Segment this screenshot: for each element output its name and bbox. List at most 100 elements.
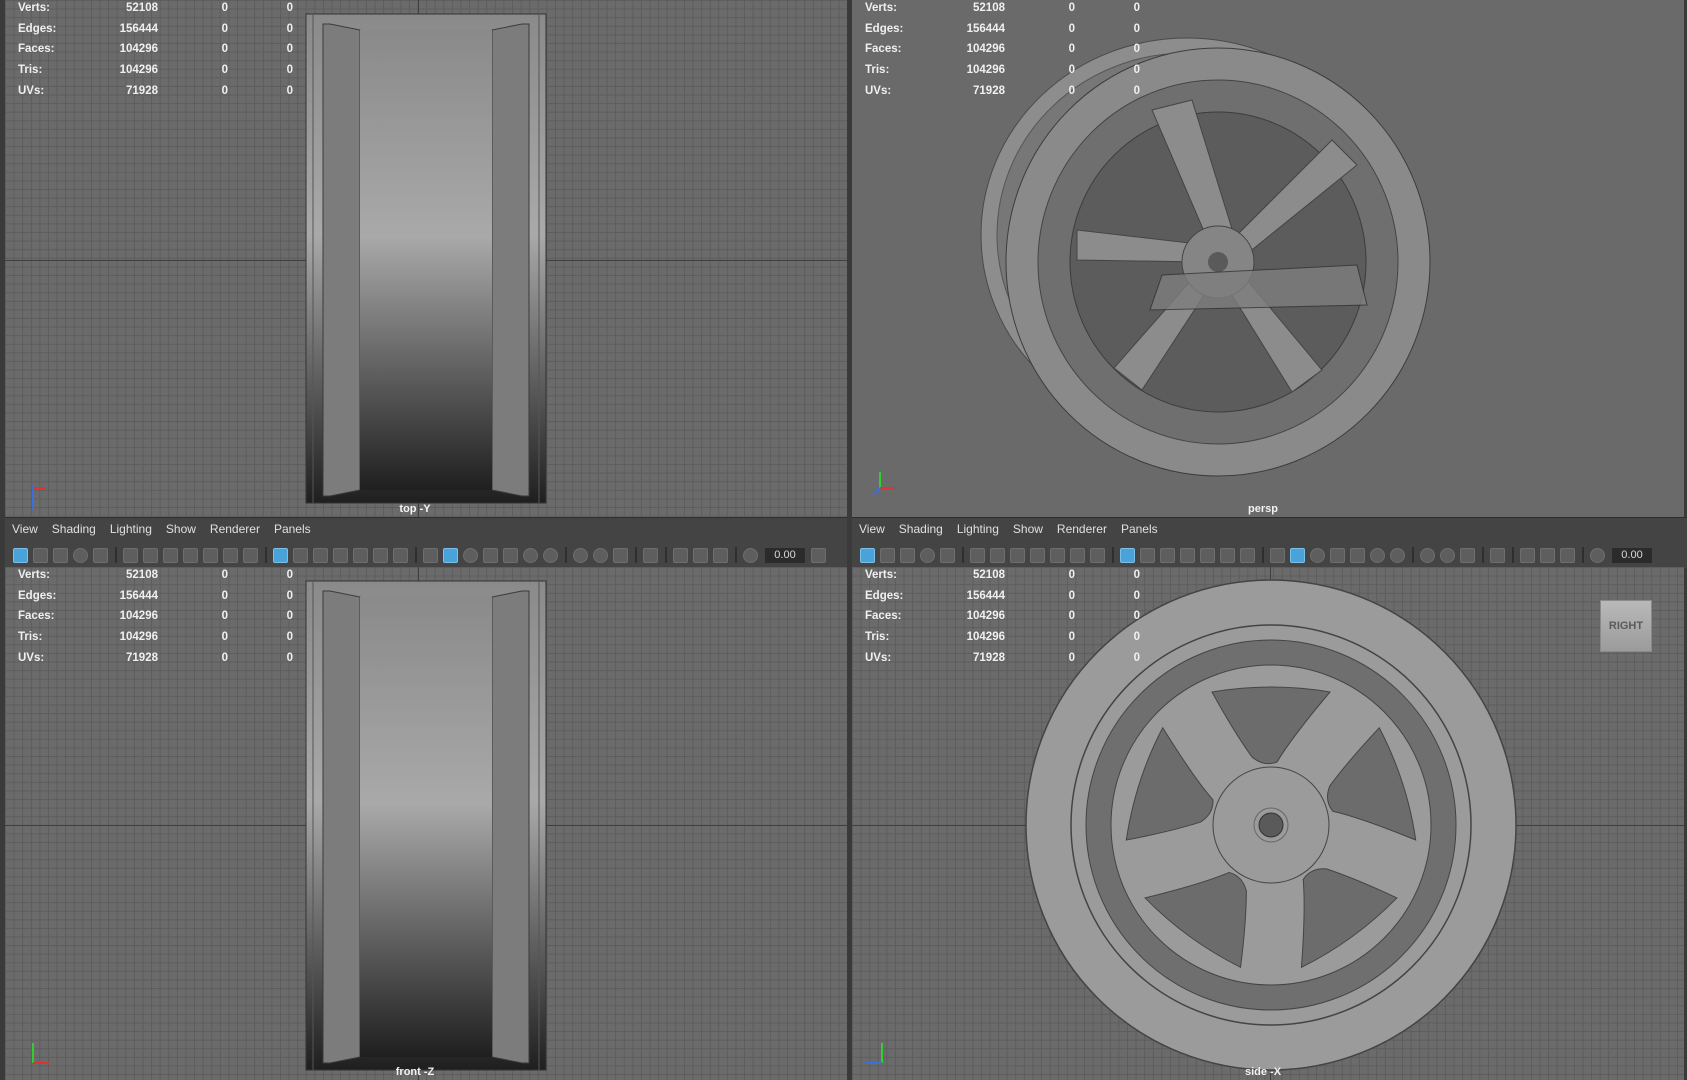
film-gate-toggle-icon[interactable] bbox=[293, 547, 308, 563]
grid-icon[interactable] bbox=[273, 547, 288, 563]
film-gate-icon[interactable] bbox=[1010, 547, 1025, 563]
bookmark-icon[interactable] bbox=[53, 547, 68, 563]
select-camera-icon[interactable] bbox=[860, 547, 875, 563]
viewport-side[interactable]: Verts: 52108 0 0 Edges: 156444 0 0 Faces: 10429… bbox=[852, 567, 1684, 1080]
camera-icon[interactable] bbox=[990, 547, 1005, 563]
isolate-select-icon[interactable] bbox=[1490, 547, 1505, 563]
menu-renderer[interactable]: Renderer bbox=[210, 522, 260, 536]
exposure-field[interactable]: 0.00 bbox=[765, 547, 805, 563]
toolbar-separator bbox=[1512, 547, 1514, 563]
exposure-field[interactable]: 0.00 bbox=[1612, 547, 1652, 563]
isolate-select-icon[interactable] bbox=[643, 547, 658, 563]
default-material-icon[interactable] bbox=[463, 547, 478, 563]
xray-active-icon[interactable] bbox=[693, 547, 708, 563]
viewport-divider[interactable] bbox=[847, 0, 852, 1080]
camera-label: persp bbox=[1248, 503, 1278, 515]
lights-icon[interactable] bbox=[1370, 547, 1385, 563]
toolbar-separator bbox=[735, 547, 737, 563]
move-tool-icon[interactable] bbox=[1070, 547, 1085, 563]
camera-icon[interactable] bbox=[143, 547, 158, 563]
panel-icon-toolbar: 0.00 bbox=[5, 544, 847, 566]
safe-action-icon[interactable] bbox=[1220, 547, 1235, 563]
shadows-icon[interactable] bbox=[543, 547, 558, 563]
viewport-top[interactable]: Verts: 52108 0 0 Edges: 156444 0 0 Faces: 10429… bbox=[5, 0, 847, 517]
default-material-icon[interactable] bbox=[1310, 547, 1325, 563]
safe-title-icon[interactable] bbox=[393, 547, 408, 563]
field-chart-icon[interactable] bbox=[353, 547, 368, 563]
xray-active-icon[interactable] bbox=[1540, 547, 1555, 563]
xray-joints-icon[interactable] bbox=[673, 547, 688, 563]
anti-alias-icon[interactable] bbox=[613, 547, 628, 563]
anti-alias-icon[interactable] bbox=[1460, 547, 1475, 563]
gamma-icon[interactable] bbox=[811, 547, 826, 563]
xray-icon[interactable] bbox=[1350, 547, 1365, 563]
camera-attributes-icon[interactable] bbox=[880, 547, 895, 563]
menu-panels[interactable]: Panels bbox=[1121, 522, 1158, 536]
grease-pencil-icon[interactable] bbox=[123, 547, 138, 563]
pencil-icon[interactable] bbox=[1090, 547, 1105, 563]
menu-shading[interactable]: Shading bbox=[52, 522, 96, 536]
shadows-icon[interactable] bbox=[1390, 547, 1405, 563]
menu-shading[interactable]: Shading bbox=[899, 522, 943, 536]
menu-lighting[interactable]: Lighting bbox=[110, 522, 152, 536]
grid-icon[interactable] bbox=[1120, 547, 1135, 563]
image-plane-icon[interactable] bbox=[920, 547, 935, 563]
smooth-shade-icon[interactable] bbox=[1290, 547, 1305, 563]
menu-view[interactable]: View bbox=[859, 522, 885, 536]
motion-blur-icon[interactable] bbox=[1440, 547, 1455, 563]
motion-blur-icon[interactable] bbox=[593, 547, 608, 563]
xray-joints-icon[interactable] bbox=[1520, 547, 1535, 563]
select-camera-icon[interactable] bbox=[13, 547, 28, 563]
2d-pan-zoom-icon[interactable] bbox=[93, 547, 108, 563]
viewport-front[interactable]: Verts: 52108 0 0 Edges: 156444 0 0 Faces: 10429… bbox=[5, 567, 847, 1080]
camera-attributes-icon[interactable] bbox=[33, 547, 48, 563]
field-chart-icon[interactable] bbox=[1200, 547, 1215, 563]
axis-gizmo-icon bbox=[32, 486, 45, 510]
lock-camera-icon[interactable] bbox=[203, 547, 218, 563]
ambient-occlusion-icon[interactable] bbox=[1420, 547, 1435, 563]
panel-menu: View Shading Lighting Show Renderer Pane… bbox=[852, 518, 1165, 540]
toolbar-separator bbox=[962, 547, 964, 563]
view-cube[interactable]: RIGHT bbox=[1600, 600, 1652, 652]
toolbar-separator bbox=[1582, 547, 1584, 563]
bookmark-icon[interactable] bbox=[900, 547, 915, 563]
exposure-icon[interactable] bbox=[743, 547, 758, 563]
menu-lighting[interactable]: Lighting bbox=[957, 522, 999, 536]
grease-pencil-icon[interactable] bbox=[970, 547, 985, 563]
gate-mask-icon[interactable] bbox=[333, 547, 348, 563]
bookmark-flag-icon[interactable] bbox=[183, 547, 198, 563]
image-plane-icon[interactable] bbox=[73, 547, 88, 563]
film-gate-icon[interactable] bbox=[163, 547, 178, 563]
resolution-gate-icon[interactable] bbox=[1160, 547, 1175, 563]
backface-culling-icon[interactable] bbox=[713, 547, 728, 563]
safe-action-icon[interactable] bbox=[373, 547, 388, 563]
backface-culling-icon[interactable] bbox=[1560, 547, 1575, 563]
toolbar-separator bbox=[665, 547, 667, 563]
menu-view[interactable]: View bbox=[12, 522, 38, 536]
camera-label: top -Y bbox=[399, 503, 431, 515]
ambient-occlusion-icon[interactable] bbox=[573, 547, 588, 563]
smooth-shade-icon[interactable] bbox=[443, 547, 458, 563]
2d-pan-zoom-icon[interactable] bbox=[940, 547, 955, 563]
pencil-icon[interactable] bbox=[243, 547, 258, 563]
lights-icon[interactable] bbox=[523, 547, 538, 563]
menu-renderer[interactable]: Renderer bbox=[1057, 522, 1107, 536]
resolution-gate-icon[interactable] bbox=[313, 547, 328, 563]
viewport-persp[interactable]: Verts: 52108 0 0 Edges: 156444 0 0 Faces: 10429… bbox=[852, 0, 1684, 517]
menu-panels[interactable]: Panels bbox=[274, 522, 311, 536]
menu-show[interactable]: Show bbox=[1013, 522, 1043, 536]
bookmark-flag-icon[interactable] bbox=[1030, 547, 1045, 563]
gate-mask-icon[interactable] bbox=[1180, 547, 1195, 563]
panel-toolbar-left: View Shading Lighting Show Renderer Pane… bbox=[5, 517, 847, 568]
film-gate-toggle-icon[interactable] bbox=[1140, 547, 1155, 563]
safe-title-icon[interactable] bbox=[1240, 547, 1255, 563]
xray-icon[interactable] bbox=[503, 547, 518, 563]
wireframe-icon[interactable] bbox=[1270, 547, 1285, 563]
menu-show[interactable]: Show bbox=[166, 522, 196, 536]
exposure-icon[interactable] bbox=[1590, 547, 1605, 563]
move-tool-icon[interactable] bbox=[223, 547, 238, 563]
lock-camera-icon[interactable] bbox=[1050, 547, 1065, 563]
textured-icon[interactable] bbox=[483, 547, 498, 563]
textured-icon[interactable] bbox=[1330, 547, 1345, 563]
wireframe-icon[interactable] bbox=[423, 547, 438, 563]
